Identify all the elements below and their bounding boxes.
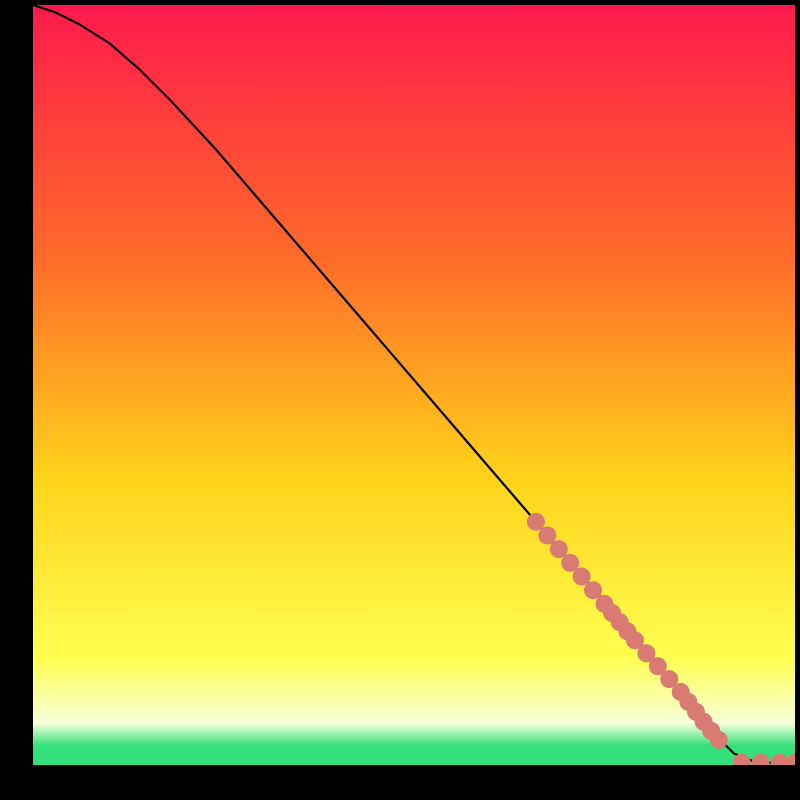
highlight-dot (710, 731, 728, 749)
chart-stage: TheBottleneck.com (0, 0, 800, 800)
gradient-background (33, 5, 795, 765)
bottleneck-chart (33, 5, 795, 765)
